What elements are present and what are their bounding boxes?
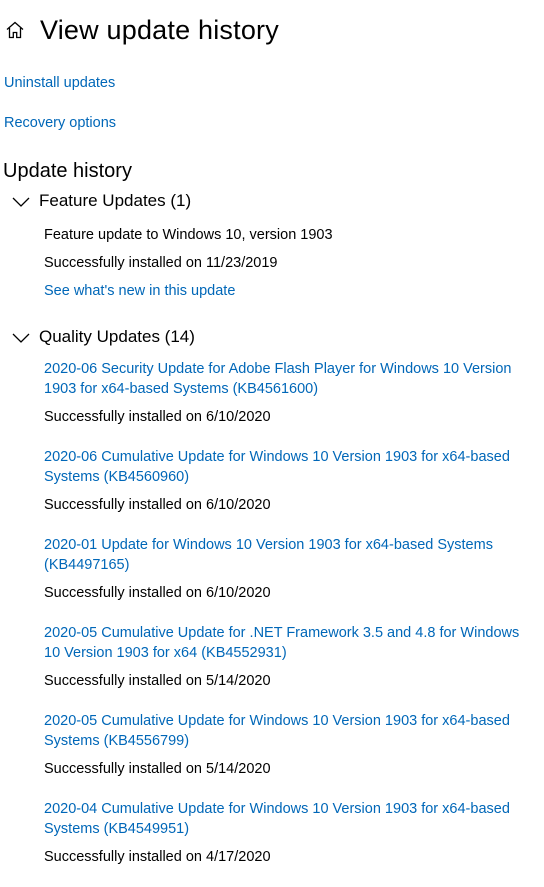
update-title-link[interactable]: 2020-05 Cumulative Update for Windows 10… <box>44 711 534 751</box>
update-history-heading: Update history <box>3 160 132 182</box>
list-item: 2020-04 Cumulative Update for Windows 10… <box>44 799 534 867</box>
update-status: Successfully installed on 4/17/2020 <box>44 849 271 865</box>
quality-updates-toggle[interactable]: Quality Updates (14) <box>0 325 544 349</box>
update-status: Successfully installed on 5/14/2020 <box>44 761 271 777</box>
update-title: Feature update to Windows 10, version 19… <box>44 227 333 243</box>
update-status: Successfully installed on 6/10/2020 <box>44 497 271 513</box>
update-status: Successfully installed on 11/23/2019 <box>44 255 278 271</box>
quality-updates-group: Quality Updates (14) 2020-06 Security Up… <box>0 325 544 887</box>
whats-new-link[interactable]: See what's new in this update <box>44 281 534 301</box>
feature-updates-title: Feature Updates (1) <box>39 191 192 210</box>
update-status: Successfully installed on 5/14/2020 <box>44 673 271 689</box>
page-header: View update history <box>4 12 279 48</box>
chevron-down-icon <box>11 331 31 343</box>
update-title-link[interactable]: 2020-05 Cumulative Update for .NET Frame… <box>44 623 534 663</box>
update-title-link[interactable]: 2020-06 Cumulative Update for Windows 10… <box>44 447 534 487</box>
quality-updates-list: 2020-06 Security Update for Adobe Flash … <box>0 359 544 867</box>
list-item: 2020-01 Update for Windows 10 Version 19… <box>44 535 534 603</box>
list-item: Feature update to Windows 10, version 19… <box>44 225 534 301</box>
list-item: 2020-05 Cumulative Update for .NET Frame… <box>44 623 534 691</box>
home-icon[interactable] <box>4 19 26 41</box>
chevron-down-icon <box>11 195 31 207</box>
update-status: Successfully installed on 6/10/2020 <box>44 409 271 425</box>
quality-updates-title: Quality Updates (14) <box>39 327 195 346</box>
update-status: Successfully installed on 6/10/2020 <box>44 585 271 601</box>
update-title-link[interactable]: 2020-06 Security Update for Adobe Flash … <box>44 359 534 399</box>
feature-updates-group: Feature Updates (1) Feature update to Wi… <box>0 189 544 301</box>
update-title-link[interactable]: 2020-04 Cumulative Update for Windows 10… <box>44 799 534 839</box>
uninstall-updates-link[interactable]: Uninstall updates <box>4 75 115 91</box>
list-item: 2020-06 Security Update for Adobe Flash … <box>44 359 534 427</box>
page-title: View update history <box>40 14 279 45</box>
list-item: 2020-05 Cumulative Update for Windows 10… <box>44 711 534 779</box>
feature-updates-list: Feature update to Windows 10, version 19… <box>0 225 544 301</box>
list-item: 2020-06 Cumulative Update for Windows 10… <box>44 447 534 515</box>
recovery-options-link[interactable]: Recovery options <box>4 115 116 131</box>
feature-updates-toggle[interactable]: Feature Updates (1) <box>0 189 544 213</box>
update-title-link[interactable]: 2020-01 Update for Windows 10 Version 19… <box>44 535 534 575</box>
